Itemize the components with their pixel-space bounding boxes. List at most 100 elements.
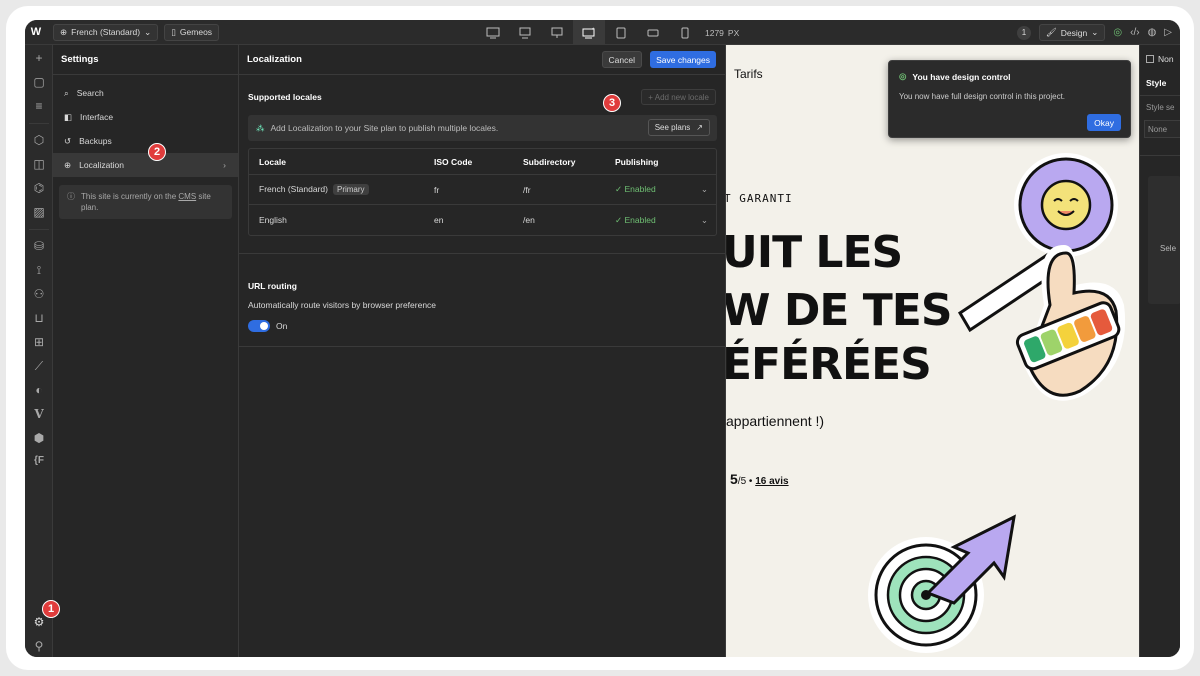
style-selector-input[interactable]: None [1144, 120, 1180, 138]
settings-item-localization[interactable]: ⊕ Localization › [53, 153, 238, 177]
pages-icon[interactable]: ▢ [25, 75, 53, 89]
table-row[interactable]: French (Standard) Primary fr /fr ✓ Enable… [249, 175, 716, 205]
components-icon[interactable]: ⬡ [25, 133, 53, 147]
divider [239, 346, 726, 347]
collaborators-badge[interactable]: 1 [1016, 25, 1031, 40]
navigator-icon[interactable]: ≡ [25, 99, 53, 113]
chevron-down-icon[interactable]: ⌄ [701, 215, 708, 226]
locale-cell: French (Standard) Primary [259, 184, 369, 195]
save-changes-button[interactable]: Save changes [650, 51, 716, 68]
select-element-hint: Sele [1160, 244, 1177, 253]
tab-style[interactable]: Style [1146, 78, 1166, 88]
publishing-status: ✓ Enabled [615, 184, 656, 194]
preview-play-icon[interactable]: ▷ [1164, 27, 1172, 38]
publishing-status: ✓ Enabled [615, 214, 656, 225]
check-circle-icon: ◎ [899, 71, 907, 81]
see-plans-button[interactable]: See plans ↗ [647, 119, 710, 136]
users-icon[interactable]: ⚇ [25, 287, 53, 301]
variables-icon[interactable]: ◫ [25, 157, 53, 171]
help-icon[interactable]: ⚲ [25, 639, 53, 653]
apps-icon[interactable]: ⊞ [25, 335, 53, 349]
settings-item-backups[interactable]: ↺ Backups [53, 129, 238, 153]
page-selector[interactable]: ▯ Gemeos [164, 23, 220, 41]
finsweet-icon[interactable]: {F [25, 455, 53, 466]
backup-icon: ↺ [64, 135, 72, 146]
toggle-label: On [276, 321, 288, 331]
add-new-locale-button[interactable]: + Add new locale [641, 89, 716, 105]
assets-icon[interactable]: ▨ [25, 205, 53, 219]
checkbox-icon[interactable] [1146, 55, 1154, 63]
cms-plan-link[interactable]: CMS [178, 192, 196, 201]
v-app-icon[interactable]: V [25, 407, 53, 421]
url-routing-toggle[interactable] [248, 320, 270, 332]
style-panel: Non Style Style se None Sele [1139, 45, 1180, 657]
desktop-medium-icon[interactable] [509, 20, 541, 45]
add-icon[interactable]: + [25, 51, 53, 65]
subdirectory: /en [523, 215, 535, 225]
hero-headline-line2: W DE TES [726, 285, 953, 336]
mobile-portrait-icon[interactable] [669, 20, 701, 45]
mobile-landscape-icon[interactable] [637, 20, 669, 45]
localization-icon: ⁂ [256, 122, 265, 133]
localization-title: Localization [247, 54, 302, 65]
spline-icon[interactable]: ◐ [25, 383, 53, 397]
table-row[interactable]: English en /en ✓ Enabled ⌄ [249, 205, 716, 235]
none-checkbox-row[interactable]: Non [1146, 54, 1174, 64]
logic-icon[interactable]: ⟟ [25, 263, 53, 278]
locale-selector[interactable]: ⊕ French (Standard) ⌄ [53, 23, 159, 41]
nav-link-tarifs[interactable]: Tarifs [734, 67, 763, 81]
search-icon: ⌕ [64, 87, 69, 98]
design-control-toast: ◎ You have design control You now have f… [888, 60, 1131, 138]
url-routing-title: URL routing [248, 281, 297, 291]
cms-icon[interactable]: ⛁ [25, 239, 53, 253]
code-icon[interactable]: ‹/› [1130, 27, 1139, 38]
locale-selector-label: French (Standard) [71, 27, 141, 37]
annotation-marker-3: 3 [603, 94, 621, 112]
table-header: Locale ISO Code Subdirectory Publishing [249, 149, 716, 175]
column-header: Subdirectory [523, 156, 576, 167]
comment-icon[interactable]: ◍ [1148, 27, 1157, 38]
settings-item-search[interactable]: ⌕ Search [53, 81, 238, 105]
locale-name: English [259, 215, 287, 225]
localization-panel: Localization Cancel Save changes Support… [239, 45, 726, 657]
reviews-link[interactable]: 16 avis [755, 476, 788, 487]
desktop-small-icon[interactable] [541, 20, 573, 45]
divider [239, 253, 726, 254]
hero-headline-line1: UIT LES [726, 227, 903, 278]
column-header: ISO Code [434, 156, 473, 167]
desktop-base-icon[interactable]: * [573, 20, 605, 45]
ecommerce-icon[interactable]: ⊔ [25, 311, 53, 325]
style-selector-label: Style se [1146, 103, 1175, 112]
webflow-logo[interactable]: W [25, 20, 47, 45]
hero-tagline: T GARANTI [726, 192, 793, 205]
upgrade-banner: ⁂ Add Localization to your Site plan to … [248, 115, 717, 141]
settings-item-interface[interactable]: ◧ Interface [53, 105, 238, 129]
mode-switcher[interactable]: 🖌 Design ⌄ [1038, 24, 1106, 41]
screenshot-frame: W ⊕ French (Standard) ⌄ ▯ Gemeos * 1279 … [6, 6, 1194, 670]
localization-header: Localization Cancel Save changes [239, 45, 725, 75]
cancel-button[interactable]: Cancel [601, 51, 642, 68]
desktop-large-icon[interactable] [477, 20, 509, 45]
tablet-icon[interactable] [605, 20, 637, 45]
okay-button[interactable]: Okay [1087, 114, 1121, 131]
settings-panel: Settings ⌕ Search ◧ Interface ↺ Backups … [53, 45, 239, 657]
canvas-width-unit: PX [727, 27, 740, 38]
styles-icon[interactable]: ⌬ [25, 181, 53, 195]
mode-label: Design [1060, 27, 1088, 38]
settings-title: Settings [53, 45, 238, 75]
hero-subtext: appartiennent !) [726, 413, 825, 429]
chevron-down-icon[interactable]: ⌄ [701, 184, 708, 195]
cube-icon[interactable]: ⬢ [25, 431, 53, 445]
canvas-width-value: 1279 [705, 27, 724, 38]
svg-text:*: * [592, 28, 595, 34]
interface-icon: ◧ [64, 111, 73, 122]
primary-badge: Primary [332, 184, 369, 195]
check-circle-icon[interactable]: ◎ [1113, 27, 1122, 38]
toast-body: You now have full design control in this… [899, 92, 1066, 101]
top-right-actions: 1 🖌 Design ⌄ ◎ ‹/› ◍ ▷ [1016, 20, 1172, 45]
analytics-icon[interactable]: ⟋ [25, 359, 53, 374]
page-icon: ▯ [171, 26, 176, 37]
breakpoint-bar: * 1279 PX [477, 20, 739, 45]
subdirectory: /fr [523, 184, 531, 195]
globe-icon: ⊕ [64, 159, 72, 170]
